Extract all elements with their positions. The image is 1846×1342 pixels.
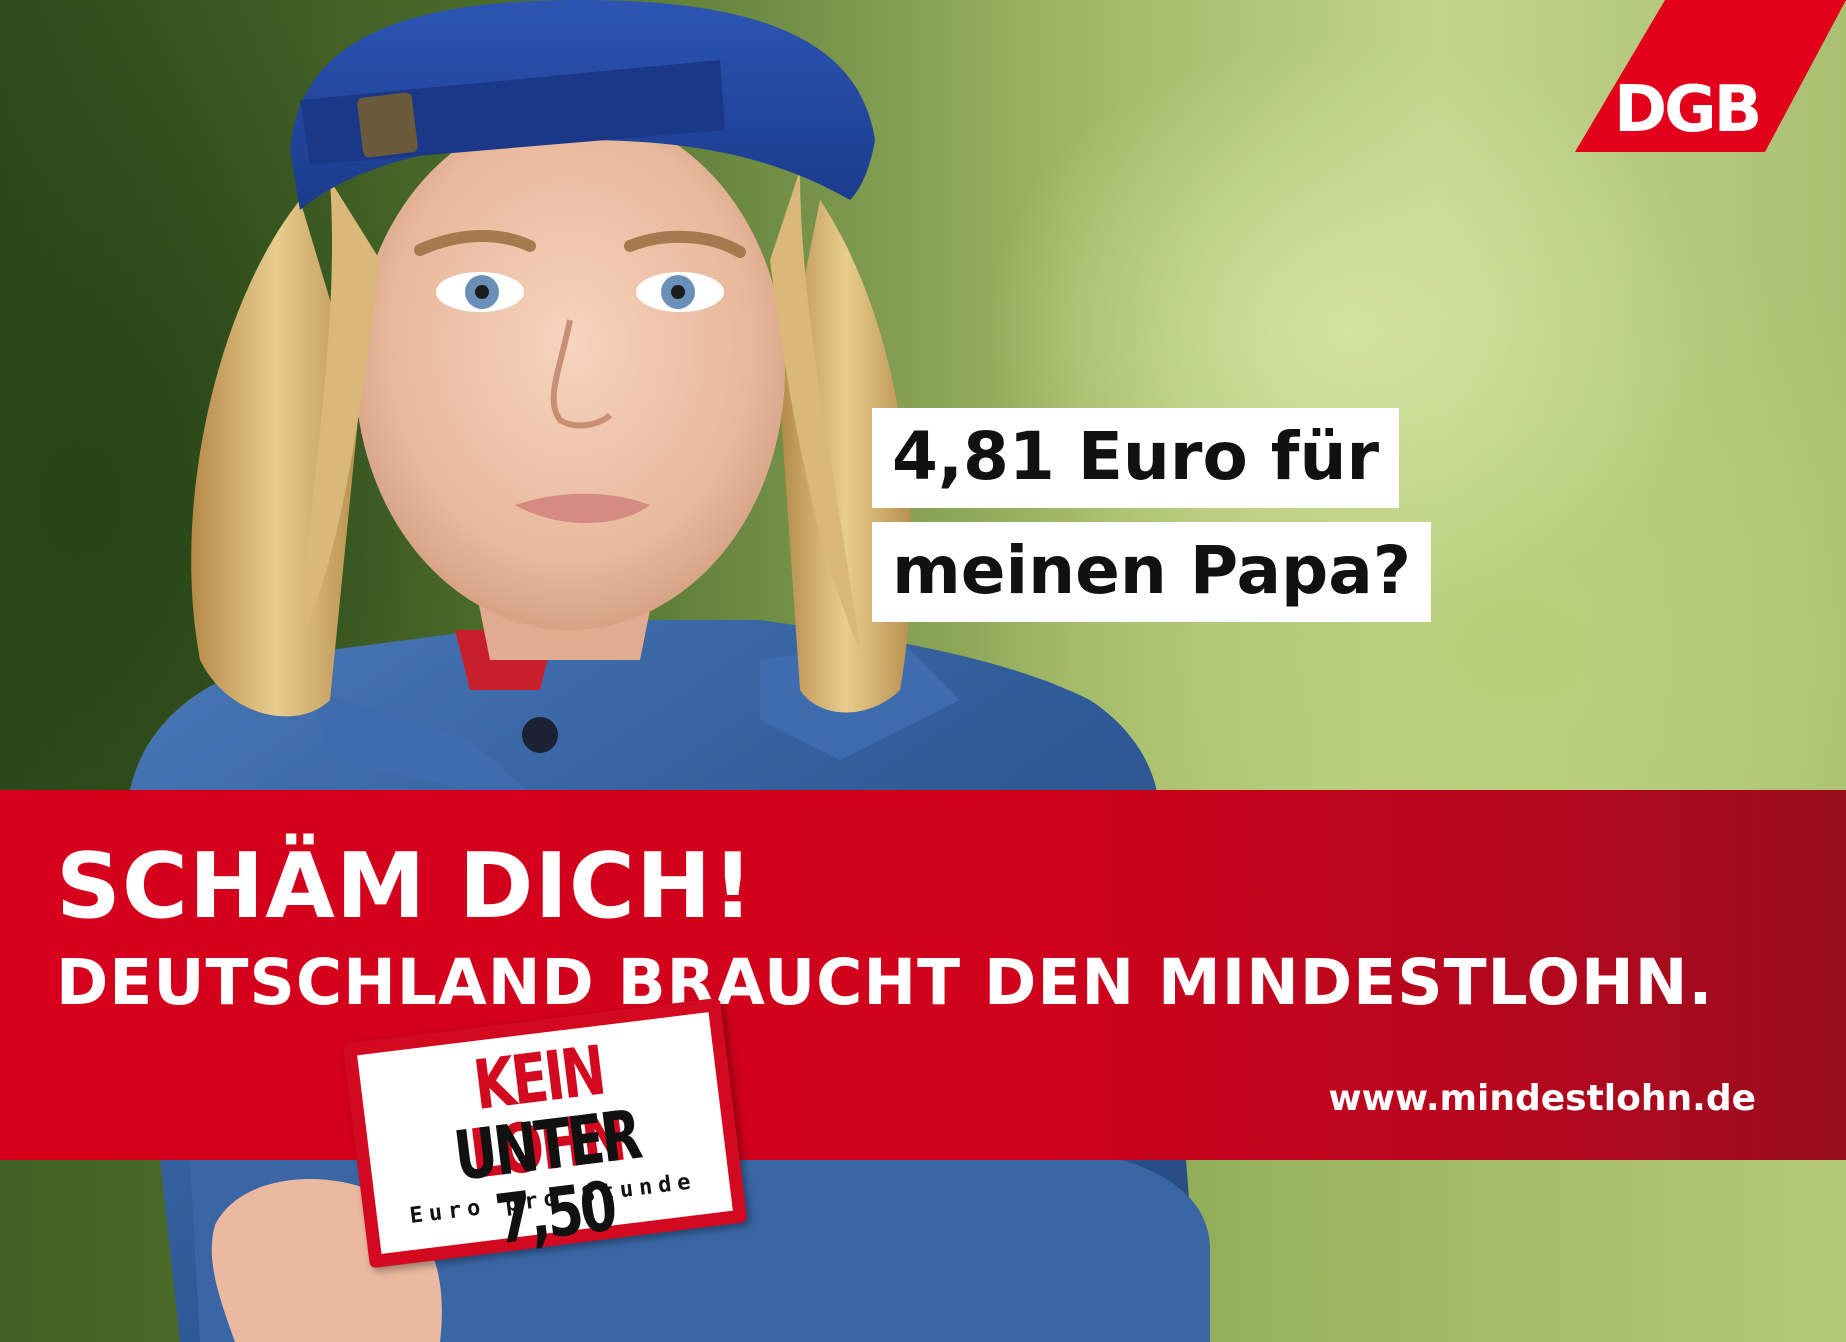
poster: SCHÄM DICH! DEUTSCHLAND BRAUCHT DEN MIND… bbox=[0, 0, 1846, 1342]
wage-badge-inner: KEIN LOHN UNTER 7,50 Euro pro Stunde bbox=[357, 1012, 733, 1260]
wage-badge: KEIN LOHN UNTER 7,50 Euro pro Stunde bbox=[342, 997, 748, 1269]
dgb-logo-text: DGB bbox=[1614, 73, 1762, 147]
headline-minimum-wage: DEUTSCHLAND BRAUCHT DEN MINDESTLOHN. bbox=[56, 946, 1714, 1019]
website-link[interactable]: www.mindestlohn.de bbox=[1328, 1078, 1756, 1119]
quote-line-2: meinen Papa? bbox=[872, 522, 1432, 622]
headline-shame: SCHÄM DICH! bbox=[56, 834, 755, 939]
quote-line-1: 4,81 Euro für bbox=[872, 408, 1400, 508]
